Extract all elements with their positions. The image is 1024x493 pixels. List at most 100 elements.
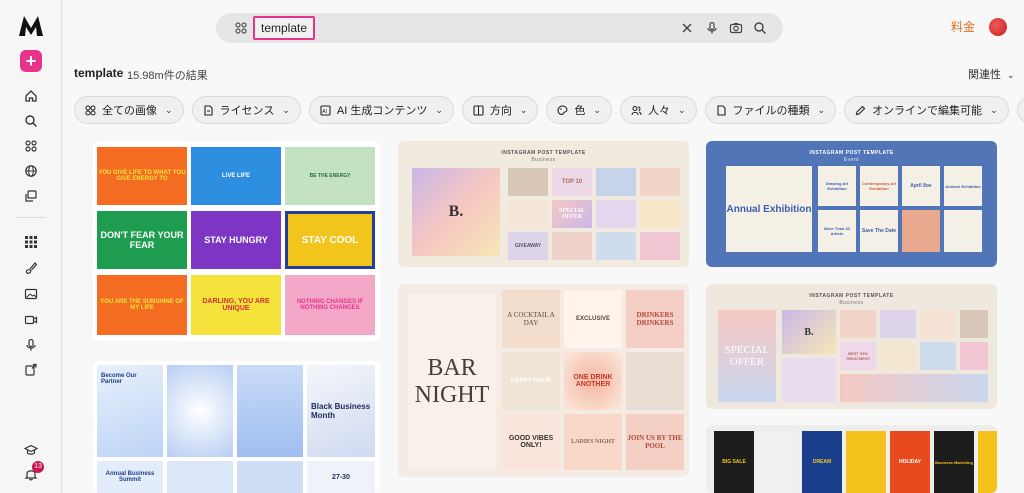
- cocktail-card: A COCKTAIL A DAY: [502, 290, 560, 348]
- filter-chip[interactable]: AI AI 生成コンテンツ ⌄: [308, 96, 454, 124]
- search-bar[interactable]: template: [216, 13, 783, 43]
- video-icon[interactable]: [22, 311, 40, 329]
- pricing-link[interactable]: 料金: [951, 18, 975, 35]
- photo-card: [880, 310, 916, 338]
- brush-icon[interactable]: [22, 259, 40, 277]
- promo-card: BEST SPA TREATMENT: [840, 342, 876, 370]
- grid-icon[interactable]: [22, 233, 40, 251]
- main-content: template 料金 template 15.98m件の結果 関連性 ⌄ 全ての…: [63, 0, 1024, 493]
- filter-chip-label: 方向: [489, 105, 512, 117]
- photo-card: [640, 200, 680, 228]
- result-image-business-gradient[interactable]: Become Our Partner Vision Black Business…: [93, 361, 380, 493]
- result-image-business-instagram[interactable]: INSTAGRAM POST TEMPLATE Business B. TOP …: [398, 141, 689, 267]
- photo-card: [552, 232, 592, 260]
- filter-chip[interactable]: 方向 ⌄: [461, 96, 539, 124]
- result-image-special-offer-instagram[interactable]: INSTAGRAM POST TEMPLATE Business SPECIAL…: [706, 284, 997, 409]
- brand-card: B.: [412, 168, 500, 256]
- cocktail-photo: [626, 352, 684, 410]
- image-search-mode-icon[interactable]: [234, 21, 248, 35]
- filter-chip-label: AI 生成コンテンツ: [336, 105, 428, 117]
- business-card: Black Business Month: [307, 365, 375, 457]
- filter-chip[interactable]: 人々 ⌄: [619, 96, 697, 124]
- brand-card: B.: [782, 310, 836, 354]
- photo-card: [596, 200, 636, 228]
- sort-label: 関連性: [968, 69, 1001, 81]
- photo-card: [596, 232, 636, 260]
- sidebar-divider: [16, 217, 46, 218]
- photo-card: [840, 374, 988, 402]
- filter-chip[interactable]: 詳: [1016, 96, 1024, 124]
- chevron-down-icon: ⌄: [165, 104, 173, 115]
- sort-select[interactable]: 関連性 ⌄: [968, 66, 1015, 82]
- result-image-bar-night[interactable]: BAR NIGHT A COCKTAIL A DAY EXCLUSIVE DRI…: [398, 284, 689, 477]
- filter-chips: 全ての画像 ⌄ ライセンス ⌄ AI AI 生成コンテンツ ⌄ 方向 ⌄ 色 ⌄ 人々 ⌄ ファイルの種類…: [74, 96, 1024, 126]
- quote-card: NOTHING CHANGES IF NOTHING CHANGES: [285, 275, 375, 335]
- chevron-down-icon: ⌄: [282, 104, 290, 115]
- photo-card: [960, 310, 988, 338]
- chevron-down-icon: ⌄: [519, 104, 528, 115]
- filter-chip[interactable]: ファイルの種類 ⌄: [704, 96, 837, 124]
- clear-icon[interactable]: [680, 21, 694, 35]
- photo-card: [840, 310, 876, 338]
- m-logo-icon[interactable]: [18, 14, 44, 38]
- business-card: Become Our Partner: [97, 365, 163, 457]
- camera-search-icon[interactable]: [729, 21, 743, 35]
- business-card: Annual Business Summit: [97, 461, 163, 493]
- promo-card: GIVEAWAY: [508, 232, 548, 260]
- svg-text:AI: AI: [322, 109, 327, 115]
- globe-icon[interactable]: [22, 162, 40, 180]
- search-icon[interactable]: [22, 112, 40, 130]
- tile-subheader: Business: [839, 300, 864, 306]
- flyer-card: DREAM: [802, 431, 842, 493]
- photo-card: [640, 232, 680, 260]
- filter-chip-label: ファイルの種類: [732, 105, 810, 117]
- cocktail-card: HAPPY HOUR: [502, 352, 560, 410]
- art-card: [902, 210, 940, 252]
- voice-search-icon[interactable]: [705, 21, 719, 35]
- chevron-down-icon: ⌄: [593, 104, 601, 115]
- cocktail-card: JOIN US BY THE POOL: [626, 414, 684, 470]
- photo-card: [508, 200, 548, 228]
- notification-badge: 13: [32, 461, 44, 473]
- graduation-icon[interactable]: [22, 441, 40, 459]
- sync-icon[interactable]: [22, 361, 40, 379]
- flyer-card: BIG SALE: [714, 431, 754, 493]
- photo-card: [782, 358, 836, 402]
- bar-night-card: BAR NIGHT: [408, 294, 496, 469]
- chevron-down-icon: ⌄: [435, 104, 443, 115]
- result-image-motivational-quotes[interactable]: YOU GIVE LIFE TO WHAT YOU GIVE ENERGY TO…: [93, 141, 380, 341]
- result-image-sale-flyers[interactable]: BIG SALE DREAM HOLIDAY Business Marketin…: [706, 425, 997, 493]
- filter-chip-label: 全ての画像: [102, 105, 157, 117]
- quote-card: DARLING, YOU ARE UNIQUE: [191, 275, 281, 335]
- photo-card: [920, 342, 956, 370]
- art-card: [944, 210, 982, 252]
- filter-chip[interactable]: 色 ⌄: [546, 96, 612, 124]
- image-icon[interactable]: [22, 285, 40, 303]
- exhibition-card: Drawing Art Exhibition: [818, 166, 856, 206]
- chevron-down-icon: ⌄: [990, 104, 998, 115]
- quote-card: STAY COOL: [285, 211, 375, 269]
- business-card: [167, 461, 233, 493]
- chevron-down-icon: ⌄: [1007, 70, 1015, 80]
- exhibition-card: Contemporary Art Exhibition: [860, 166, 898, 206]
- apps-icon[interactable]: [22, 137, 40, 155]
- chevron-down-icon: ⌄: [677, 104, 686, 115]
- flyer-card: [846, 431, 886, 493]
- filter-chip[interactable]: ライセンス ⌄: [191, 96, 301, 124]
- create-button[interactable]: +: [20, 50, 42, 72]
- home-icon[interactable]: [22, 87, 40, 105]
- search-submit-icon[interactable]: [753, 21, 767, 35]
- exhibition-card: Annual Exhibition: [726, 166, 812, 252]
- search-input[interactable]: template: [253, 16, 316, 40]
- filter-chip[interactable]: 全ての画像 ⌄: [74, 96, 184, 124]
- filter-chip[interactable]: オンラインで編集可能 ⌄: [844, 96, 1009, 124]
- result-image-exhibition-instagram[interactable]: INSTAGRAM POST TEMPLATE Event Annual Exh…: [706, 141, 997, 267]
- quote-card: STAY HUNGRY: [191, 211, 281, 269]
- photo-card: [880, 342, 916, 370]
- avatar[interactable]: [989, 18, 1007, 36]
- library-icon[interactable]: [22, 187, 40, 205]
- mic-icon[interactable]: [22, 336, 40, 354]
- filter-chip-label: 色: [574, 105, 586, 117]
- app-frame: + 13 template 料金 template 15.98m件の結果 関連性: [0, 0, 1024, 493]
- photo-card: [960, 342, 988, 370]
